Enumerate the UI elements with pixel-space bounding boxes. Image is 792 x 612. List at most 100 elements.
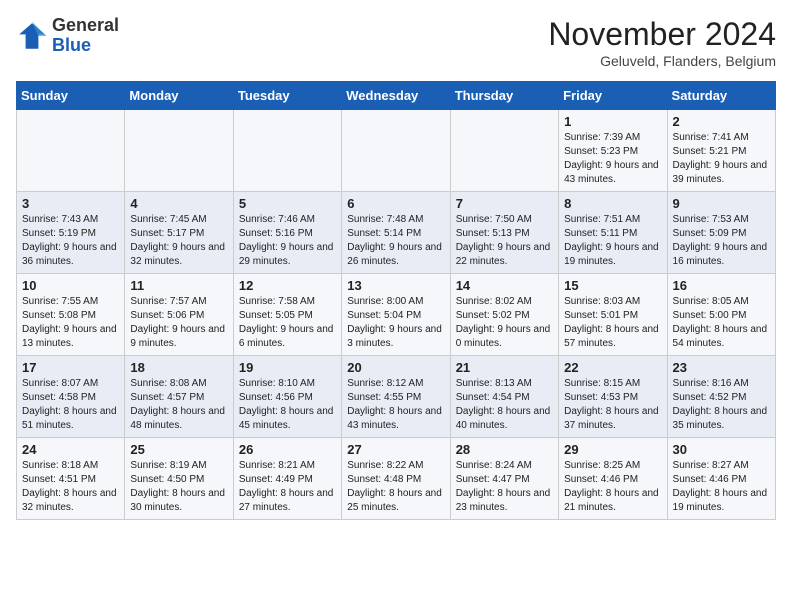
day-info: Sunrise: 8:12 AM Sunset: 4:55 PM Dayligh…: [347, 377, 444, 433]
day-cell: 9 Sunrise: 7:53 AM Sunset: 5:09 PM Daylig…: [667, 192, 775, 274]
day-number: 23: [673, 360, 770, 375]
day-number: 7: [456, 196, 553, 211]
day-info: Sunrise: 7:46 AM Sunset: 5:16 PM Dayligh…: [239, 213, 336, 269]
header-cell-sunday: Sunday: [17, 82, 125, 110]
header-cell-monday: Monday: [125, 82, 233, 110]
day-info: Sunrise: 7:57 AM Sunset: 5:06 PM Dayligh…: [130, 295, 227, 351]
day-number: 10: [22, 278, 119, 293]
week-row-1: 3 Sunrise: 7:43 AM Sunset: 5:19 PM Daylig…: [17, 192, 776, 274]
day-cell: 14 Sunrise: 8:02 AM Sunset: 5:02 PM Dayli…: [450, 274, 558, 356]
day-info: Sunrise: 7:48 AM Sunset: 5:14 PM Dayligh…: [347, 213, 444, 269]
day-cell: 7 Sunrise: 7:50 AM Sunset: 5:13 PM Daylig…: [450, 192, 558, 274]
day-number: 15: [564, 278, 661, 293]
day-number: 14: [456, 278, 553, 293]
day-cell: 25 Sunrise: 8:19 AM Sunset: 4:50 PM Dayli…: [125, 438, 233, 520]
day-cell: 8 Sunrise: 7:51 AM Sunset: 5:11 PM Daylig…: [559, 192, 667, 274]
day-cell: [342, 110, 450, 192]
day-number: 25: [130, 442, 227, 457]
day-number: 20: [347, 360, 444, 375]
day-info: Sunrise: 7:41 AM Sunset: 5:21 PM Dayligh…: [673, 131, 770, 187]
day-cell: 3 Sunrise: 7:43 AM Sunset: 5:19 PM Daylig…: [17, 192, 125, 274]
day-number: 3: [22, 196, 119, 211]
day-info: Sunrise: 8:15 AM Sunset: 4:53 PM Dayligh…: [564, 377, 661, 433]
header-cell-saturday: Saturday: [667, 82, 775, 110]
day-info: Sunrise: 7:55 AM Sunset: 5:08 PM Dayligh…: [22, 295, 119, 351]
day-number: 1: [564, 114, 661, 129]
day-cell: 29 Sunrise: 8:25 AM Sunset: 4:46 PM Dayli…: [559, 438, 667, 520]
day-number: 5: [239, 196, 336, 211]
day-number: 8: [564, 196, 661, 211]
logo-text: General Blue: [52, 16, 119, 56]
day-cell: 27Sunrise: 8:22 AM Sunset: 4:48 PM Dayli…: [342, 438, 450, 520]
day-number: 30: [673, 442, 770, 457]
day-info: Sunrise: 8:10 AM Sunset: 4:56 PM Dayligh…: [239, 377, 336, 433]
logo-line2: Blue: [52, 36, 119, 56]
day-cell: 11 Sunrise: 7:57 AM Sunset: 5:06 PM Dayli…: [125, 274, 233, 356]
day-cell: 26Sunrise: 8:21 AM Sunset: 4:49 PM Dayli…: [233, 438, 341, 520]
day-cell: 12 Sunrise: 7:58 AM Sunset: 5:05 PM Dayli…: [233, 274, 341, 356]
day-number: 24: [22, 442, 119, 457]
day-info: Sunrise: 7:43 AM Sunset: 5:19 PM Dayligh…: [22, 213, 119, 269]
day-info: Sunrise: 7:58 AM Sunset: 5:05 PM Dayligh…: [239, 295, 336, 351]
day-cell: 16Sunrise: 8:05 AM Sunset: 5:00 PM Dayli…: [667, 274, 775, 356]
day-number: 18: [130, 360, 227, 375]
day-number: 4: [130, 196, 227, 211]
day-number: 29: [564, 442, 661, 457]
day-info: Sunrise: 8:18 AM Sunset: 4:51 PM Dayligh…: [22, 459, 119, 515]
week-row-0: 1 Sunrise: 7:39 AM Sunset: 5:23 PM Daylig…: [17, 110, 776, 192]
header-cell-tuesday: Tuesday: [233, 82, 341, 110]
day-cell: [125, 110, 233, 192]
day-number: 12: [239, 278, 336, 293]
day-info: Sunrise: 8:07 AM Sunset: 4:58 PM Dayligh…: [22, 377, 119, 433]
day-info: Sunrise: 7:51 AM Sunset: 5:11 PM Dayligh…: [564, 213, 661, 269]
day-info: Sunrise: 7:50 AM Sunset: 5:13 PM Dayligh…: [456, 213, 553, 269]
day-cell: [233, 110, 341, 192]
day-cell: 20 Sunrise: 8:12 AM Sunset: 4:55 PM Dayli…: [342, 356, 450, 438]
logo-icon: [16, 20, 48, 52]
day-cell: 18 Sunrise: 8:08 AM Sunset: 4:57 PM Dayli…: [125, 356, 233, 438]
day-info: Sunrise: 8:08 AM Sunset: 4:57 PM Dayligh…: [130, 377, 227, 433]
week-row-2: 10 Sunrise: 7:55 AM Sunset: 5:08 PM Dayli…: [17, 274, 776, 356]
day-cell: 5 Sunrise: 7:46 AM Sunset: 5:16 PM Daylig…: [233, 192, 341, 274]
day-cell: 17 Sunrise: 8:07 AM Sunset: 4:58 PM Dayli…: [17, 356, 125, 438]
day-number: 21: [456, 360, 553, 375]
day-info: Sunrise: 8:25 AM Sunset: 4:46 PM Dayligh…: [564, 459, 661, 515]
day-number: 26: [239, 442, 336, 457]
day-info: Sunrise: 8:27 AM Sunset: 4:46 PM Dayligh…: [673, 459, 770, 515]
day-info: Sunrise: 7:39 AM Sunset: 5:23 PM Dayligh…: [564, 131, 661, 187]
day-number: 6: [347, 196, 444, 211]
week-row-4: 24 Sunrise: 8:18 AM Sunset: 4:51 PM Dayli…: [17, 438, 776, 520]
logo-line1: General: [52, 16, 119, 36]
day-number: 17: [22, 360, 119, 375]
header-cell-wednesday: Wednesday: [342, 82, 450, 110]
day-number: 28: [456, 442, 553, 457]
day-info: Sunrise: 8:05 AM Sunset: 5:00 PM Dayligh…: [673, 295, 770, 351]
day-info: Sunrise: 8:03 AM Sunset: 5:01 PM Dayligh…: [564, 295, 661, 351]
day-cell: 13Sunrise: 8:00 AM Sunset: 5:04 PM Dayli…: [342, 274, 450, 356]
header: General Blue November 2024 Geluveld, Fla…: [16, 16, 776, 69]
day-number: 22: [564, 360, 661, 375]
day-cell: 1 Sunrise: 7:39 AM Sunset: 5:23 PM Daylig…: [559, 110, 667, 192]
day-number: 9: [673, 196, 770, 211]
day-cell: 22 Sunrise: 8:15 AM Sunset: 4:53 PM Dayli…: [559, 356, 667, 438]
day-number: 27: [347, 442, 444, 457]
day-cell: 24 Sunrise: 8:18 AM Sunset: 4:51 PM Dayli…: [17, 438, 125, 520]
day-cell: 21 Sunrise: 8:13 AM Sunset: 4:54 PM Dayli…: [450, 356, 558, 438]
calendar-table: SundayMondayTuesdayWednesdayThursdayFrid…: [16, 81, 776, 520]
day-cell: 2Sunrise: 7:41 AM Sunset: 5:21 PM Daylig…: [667, 110, 775, 192]
day-info: Sunrise: 8:24 AM Sunset: 4:47 PM Dayligh…: [456, 459, 553, 515]
title-area: November 2024 Geluveld, Flanders, Belgiu…: [548, 16, 776, 69]
month-title: November 2024: [548, 16, 776, 53]
day-info: Sunrise: 8:13 AM Sunset: 4:54 PM Dayligh…: [456, 377, 553, 433]
location: Geluveld, Flanders, Belgium: [548, 53, 776, 69]
day-info: Sunrise: 8:19 AM Sunset: 4:50 PM Dayligh…: [130, 459, 227, 515]
week-row-3: 17 Sunrise: 8:07 AM Sunset: 4:58 PM Dayli…: [17, 356, 776, 438]
day-info: Sunrise: 8:02 AM Sunset: 5:02 PM Dayligh…: [456, 295, 553, 351]
day-info: Sunrise: 8:16 AM Sunset: 4:52 PM Dayligh…: [673, 377, 770, 433]
header-cell-friday: Friday: [559, 82, 667, 110]
day-number: 11: [130, 278, 227, 293]
day-info: Sunrise: 7:45 AM Sunset: 5:17 PM Dayligh…: [130, 213, 227, 269]
calendar-body: 1 Sunrise: 7:39 AM Sunset: 5:23 PM Daylig…: [17, 110, 776, 520]
day-info: Sunrise: 7:53 AM Sunset: 5:09 PM Dayligh…: [673, 213, 770, 269]
day-cell: 15 Sunrise: 8:03 AM Sunset: 5:01 PM Dayli…: [559, 274, 667, 356]
